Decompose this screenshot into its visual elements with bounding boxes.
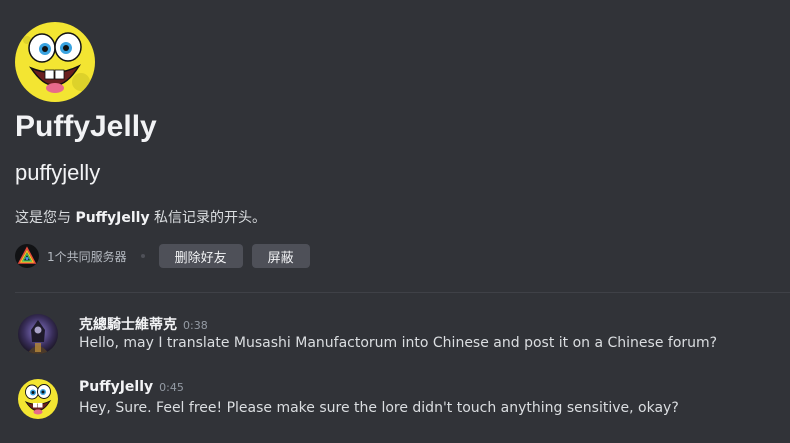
intro-suffix: 私信记录的开头。 bbox=[149, 210, 267, 226]
message-timestamp: 0:38 bbox=[183, 319, 208, 332]
intro-name: PuffyJelly bbox=[75, 210, 150, 226]
profile-avatar[interactable] bbox=[15, 22, 95, 102]
message-header: 克總騎士維蒂克 0:38 bbox=[79, 314, 208, 334]
message-timestamp: 0:45 bbox=[159, 381, 184, 394]
message-content: Hey, Sure. Feel free! Please make sure t… bbox=[79, 400, 679, 416]
message-content: Hello, may I translate Musashi Manufacto… bbox=[79, 335, 718, 351]
mutual-servers-link[interactable]: 1个共同服务器 bbox=[47, 248, 127, 265]
profile-actions-row: 1个共同服务器 删除好友 屏蔽 bbox=[15, 244, 310, 268]
message-author[interactable]: 克總騎士維蒂克 bbox=[79, 314, 177, 334]
block-button[interactable]: 屏蔽 bbox=[251, 244, 310, 268]
dm-profile-header: PuffyJelly puffyjelly 这是您与 PuffyJelly 私信… bbox=[15, 22, 775, 268]
dm-intro-text: 这是您与 PuffyJelly 私信记录的开头。 bbox=[15, 207, 266, 227]
profile-display-name: PuffyJelly bbox=[15, 110, 157, 143]
message-divider bbox=[15, 292, 790, 293]
profile-username: puffyjelly bbox=[15, 160, 101, 185]
user-avatar[interactable] bbox=[18, 379, 58, 419]
user-avatar[interactable] bbox=[18, 314, 58, 354]
mutual-server-icon[interactable] bbox=[15, 244, 39, 268]
message-author[interactable]: PuffyJelly bbox=[79, 379, 153, 395]
message-item[interactable]: 克總騎士維蒂克 0:38 Hello, may I translate Musa… bbox=[0, 314, 790, 362]
separator-dot bbox=[140, 254, 145, 258]
intro-prefix: 这是您与 bbox=[15, 210, 76, 226]
message-header: PuffyJelly 0:45 bbox=[79, 379, 184, 395]
remove-friend-button[interactable]: 删除好友 bbox=[158, 244, 243, 268]
message-item[interactable]: PuffyJelly 0:45 Hey, Sure. Feel free! Pl… bbox=[0, 379, 790, 427]
